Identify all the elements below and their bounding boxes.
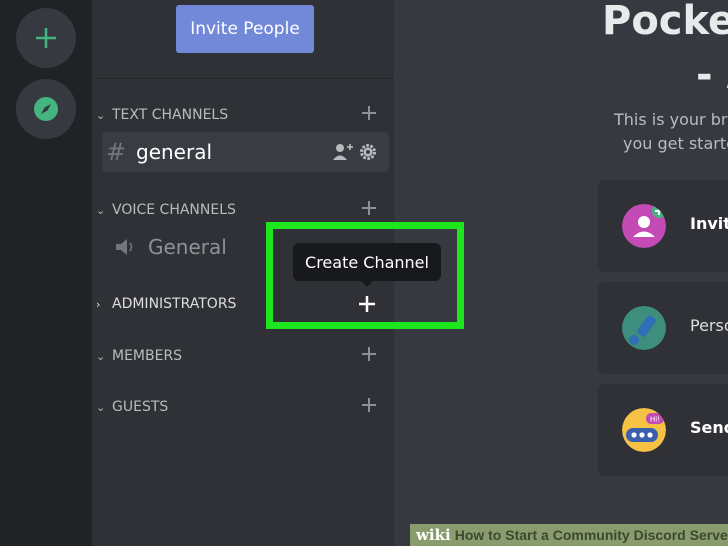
plus-icon [362, 106, 376, 120]
category-label: VOICE CHANNELS [112, 202, 236, 218]
category-label: TEXT CHANNELS [112, 107, 229, 123]
gear-icon[interactable] [359, 143, 377, 161]
category-guests[interactable]: ⌄ GUESTS [96, 396, 386, 418]
add-server-button[interactable] [16, 8, 76, 68]
hash-icon: # [106, 138, 127, 166]
add-channel-button[interactable] [358, 343, 380, 365]
highlight-box [266, 222, 464, 329]
plus-icon [362, 201, 376, 215]
card-label: Perso [690, 316, 728, 335]
personalize-server-card[interactable]: Perso [598, 282, 728, 374]
svg-text:Hi!: Hi! [650, 416, 660, 424]
add-channel-button[interactable] [358, 197, 380, 219]
chevron-down-icon: ⌄ [96, 349, 106, 363]
server-welcome-title-line2: - A [696, 52, 728, 98]
add-channel-button[interactable] [358, 102, 380, 124]
send-message-card[interactable]: Hi! Send [598, 384, 728, 476]
wikihow-watermark: wiki How to Start a Community Discord Se… [410, 524, 728, 546]
plus-icon [362, 347, 376, 361]
card-label: Send [690, 418, 728, 437]
invite-icon [622, 204, 666, 248]
explore-servers-button[interactable] [16, 79, 76, 139]
server-welcome-title: Pockettu [602, 0, 728, 44]
chevron-right-icon: › [96, 297, 101, 311]
chevron-down-icon: ⌄ [96, 108, 106, 122]
chevron-down-icon: ⌄ [96, 400, 106, 414]
wikihow-logo: wiki [416, 526, 451, 544]
compass-icon [34, 97, 58, 121]
add-channel-button[interactable] [358, 394, 380, 416]
voice-channel-general[interactable]: General [104, 227, 227, 267]
plus-icon [362, 398, 376, 412]
invite-people-button[interactable]: Invite People [176, 5, 314, 53]
server-rail [0, 0, 92, 546]
channel-name: General [148, 235, 227, 259]
divider [92, 78, 394, 79]
category-label: GUESTS [112, 399, 169, 415]
chevron-down-icon: ⌄ [96, 203, 106, 217]
channel-name: general [136, 140, 213, 164]
text-channel-general[interactable]: # general [104, 132, 212, 172]
category-label: MEMBERS [112, 348, 183, 364]
personalize-icon [622, 306, 666, 350]
invite-friends-card[interactable]: Invite [598, 180, 728, 272]
speaker-icon [116, 239, 133, 255]
category-text-channels[interactable]: ⌄ TEXT CHANNELS [96, 104, 386, 126]
send-icon: Hi! [622, 408, 666, 452]
welcome-intro-line1: This is your bra [614, 110, 728, 129]
welcome-intro-line2: you get starteo [623, 134, 728, 153]
category-label: ADMINISTRATORS [112, 296, 237, 312]
category-members[interactable]: ⌄ MEMBERS [96, 345, 386, 367]
category-voice-channels[interactable]: ⌄ VOICE CHANNELS [96, 199, 386, 221]
card-label: Invite [690, 214, 728, 233]
article-title: How to Start a Community Discord Server [454, 527, 728, 543]
add-member-icon[interactable] [332, 142, 354, 162]
plus-icon [36, 28, 56, 48]
